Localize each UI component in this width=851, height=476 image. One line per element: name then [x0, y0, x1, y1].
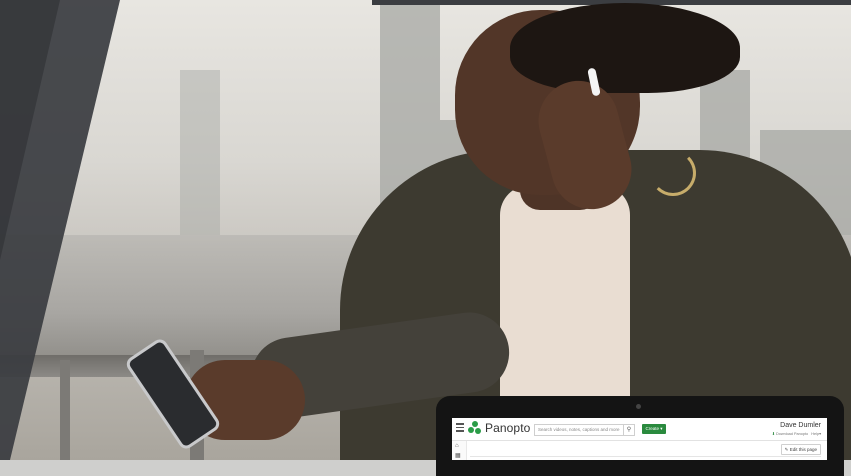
user-links: ⬇ Download Panopto Help▾ — [771, 432, 821, 436]
create-button-label: Create — [645, 426, 659, 431]
panopto-logo-icon — [468, 421, 482, 435]
necklace — [650, 150, 696, 196]
home-icon[interactable]: ⌂ — [455, 443, 462, 449]
laptop-camera — [636, 404, 641, 409]
hair — [510, 3, 740, 93]
hero-photo — [0, 0, 851, 460]
help-menu[interactable]: Help — [811, 432, 819, 436]
download-icon: ⬇ — [771, 432, 775, 436]
panopto-screen: Panopto Search videos, notes, captions a… — [452, 418, 827, 460]
pencil-icon: ✎ — [784, 447, 789, 452]
background-bridge-tower — [180, 70, 220, 240]
search-input[interactable]: Search videos, notes, captions and more — [534, 424, 631, 436]
hamburger-menu-icon[interactable] — [456, 423, 464, 433]
user-name[interactable]: Dave Dumler — [780, 422, 821, 429]
search-icon: ⚲ — [626, 427, 632, 433]
create-button[interactable]: Create ▾ — [642, 424, 666, 434]
folder-icon[interactable]: ▦ — [455, 452, 462, 459]
panopto-logo[interactable]: Panopto — [468, 421, 530, 435]
divider — [470, 456, 821, 457]
edit-page-button[interactable]: ✎ Edit this page — [780, 444, 821, 455]
sidebar: ⌂ ▦ — [452, 441, 467, 460]
panopto-logo-text: Panopto — [485, 421, 531, 435]
panopto-header: Panopto Search videos, notes, captions a… — [452, 418, 827, 441]
edit-page-label: Edit this page — [789, 447, 817, 452]
search-button[interactable]: ⚲ — [623, 424, 635, 436]
download-panopto-link[interactable]: Download Panopto — [776, 432, 808, 436]
railing-post — [60, 360, 70, 460]
